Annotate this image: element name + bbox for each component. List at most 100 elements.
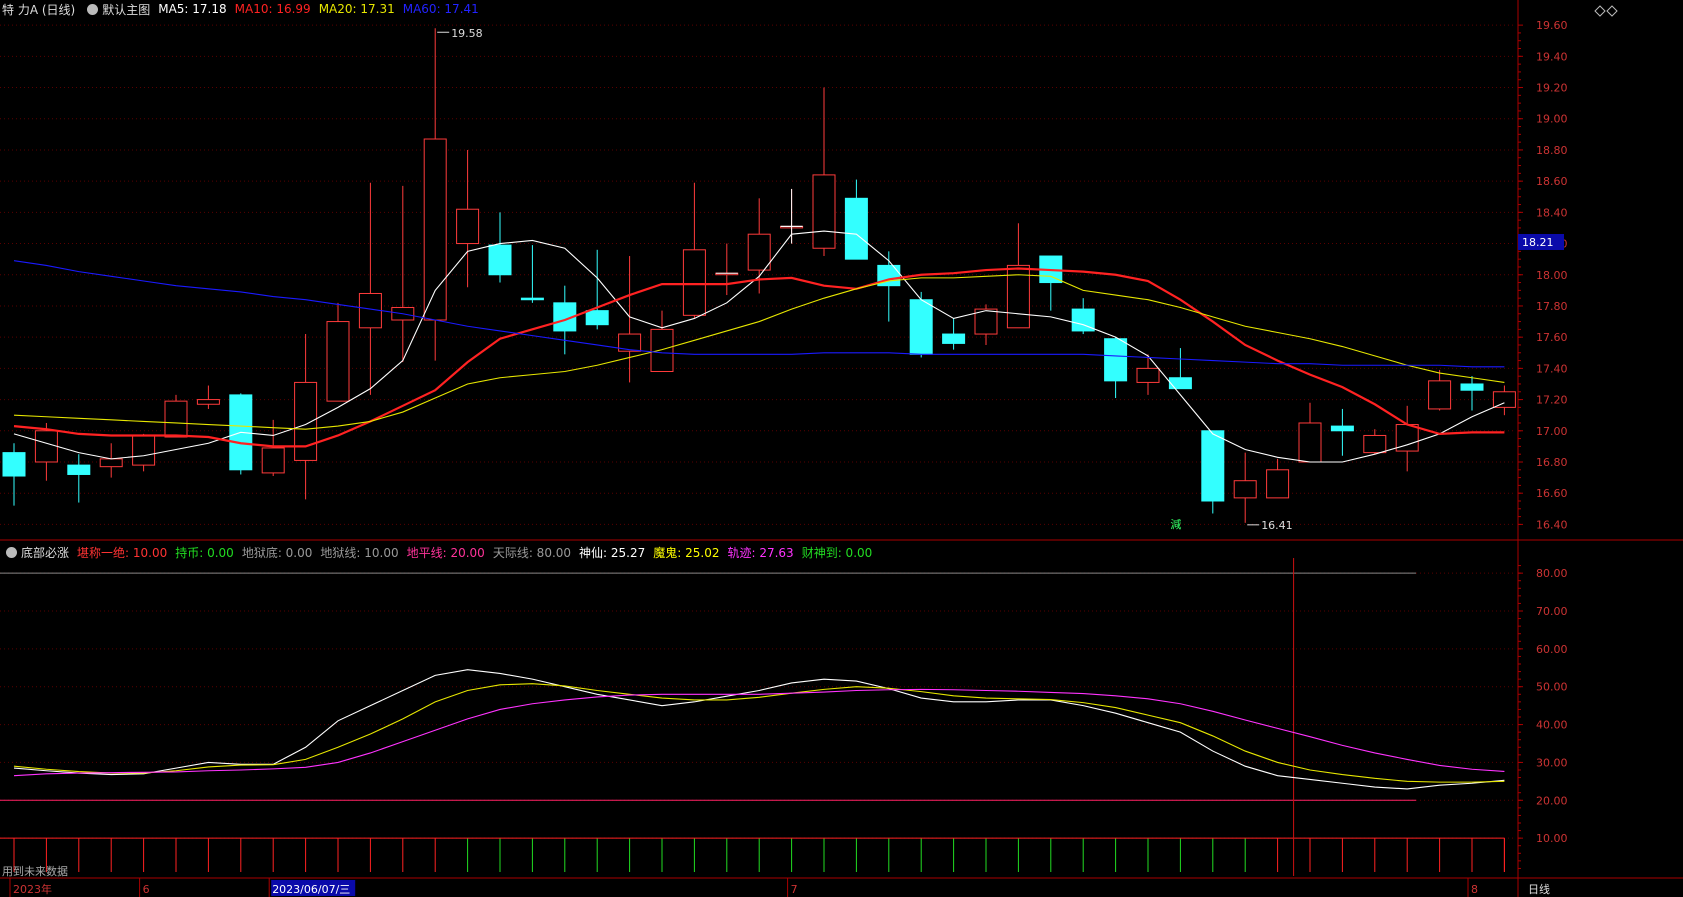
candle-body <box>34 430 58 463</box>
main-ytick-label: 17.80 <box>1536 300 1568 313</box>
candle <box>196 385 220 409</box>
sub-ytick-label: 20.00 <box>1536 794 1568 807</box>
candle <box>34 422 58 481</box>
candle <box>488 212 512 283</box>
candle <box>2 443 26 506</box>
template-dropdown-icon[interactable] <box>87 3 99 15</box>
candle-body <box>1136 367 1160 383</box>
candle <box>877 251 901 322</box>
candle-body <box>1492 391 1516 408</box>
indicator-value-3: 地狱线: 10.00 <box>320 545 399 560</box>
main-ytick-label: 18.60 <box>1536 175 1568 188</box>
candle <box>229 393 253 475</box>
candle <box>682 182 706 319</box>
main-ytick-label: 16.80 <box>1536 456 1568 469</box>
high-label: 19.58 <box>451 27 483 40</box>
sub-ytick-label: 40.00 <box>1536 719 1568 732</box>
indicator-value-2: 地狱底: 0.00 <box>241 545 313 560</box>
candle-body <box>1201 430 1225 502</box>
chart-canvas[interactable]: 16.40 16.60 16.80 17.00 17.20 17.40 17.60 17.80… <box>0 0 1683 897</box>
candle-body <box>1104 338 1128 382</box>
candle-body <box>294 381 318 461</box>
candle-body <box>261 447 285 474</box>
sub-ytick-label: 80.00 <box>1536 567 1568 580</box>
candle-body <box>196 399 220 405</box>
sub-ytick-label: 60.00 <box>1536 643 1568 656</box>
main-ytick-label: 16.60 <box>1536 487 1568 500</box>
main-ytick-label: 17.60 <box>1536 331 1568 344</box>
candle <box>1233 452 1257 523</box>
candle <box>1039 255 1063 311</box>
indicator-dropdown-icon[interactable] <box>6 546 17 558</box>
candle-body <box>1168 377 1192 390</box>
candle-body <box>326 321 350 402</box>
candle-body <box>1298 422 1322 463</box>
signal-label: 減 <box>1170 517 1181 531</box>
candle <box>1330 408 1354 456</box>
candle <box>391 185 415 363</box>
candle <box>1298 402 1322 463</box>
main-ytick-label: 19.20 <box>1536 82 1568 95</box>
candle <box>164 394 188 438</box>
indicator-value-8: 轨迹: 27.63 <box>727 545 794 560</box>
candle <box>99 443 123 478</box>
sub-ytick-label: 10.00 <box>1536 832 1568 845</box>
candle-body <box>747 233 771 271</box>
ma10-label: MA10: 16.99 <box>234 2 311 16</box>
candle-body <box>132 434 156 466</box>
candle <box>1136 354 1160 395</box>
candle <box>294 334 318 500</box>
main-ytick-label: 18.00 <box>1536 269 1568 282</box>
indicator-name[interactable]: 底部必涨 <box>21 544 69 561</box>
candle <box>650 310 674 372</box>
indicator-value-6: 神仙: 25.27 <box>579 545 646 560</box>
stock-title[interactable]: 特 力A (日线) <box>2 1 75 18</box>
candle-body <box>1363 434 1387 454</box>
candle <box>1395 405 1419 472</box>
candle <box>67 454 91 503</box>
main-ytick-label: 17.20 <box>1536 394 1568 407</box>
x-label: 2023/06/07/三 <box>272 883 350 896</box>
candle <box>585 249 609 330</box>
candle-body <box>909 299 933 355</box>
candle <box>1460 376 1484 411</box>
indicator-value-1: 持币: 0.00 <box>175 545 234 560</box>
candle-body <box>1330 425 1354 432</box>
indicator-value-5: 天际线: 80.00 <box>492 545 572 560</box>
candle-body <box>67 464 91 475</box>
candle <box>326 302 350 402</box>
candle-body <box>164 400 188 438</box>
indicator-value-9: 财神到: 0.00 <box>801 545 873 560</box>
candle <box>1266 458 1290 499</box>
diamond-icon <box>1594 5 1606 17</box>
ma5-label: MA5: 17.18 <box>158 2 227 16</box>
main-chart-header: 特 力A (日线) 默认主图 MA5: 17.18 MA10: 16.99 MA… <box>0 0 487 18</box>
candle <box>844 179 868 260</box>
ma20-label: MA20: 17.31 <box>318 2 395 16</box>
x-label: 7 <box>791 883 798 896</box>
candle-body <box>423 138 447 321</box>
candle <box>520 245 544 303</box>
indicator-value-0: 堪称一绝: 10.00 <box>77 545 168 560</box>
candle-body <box>520 297 544 301</box>
ma60-label: MA60: 17.41 <box>402 2 479 16</box>
candle <box>1492 385 1516 416</box>
candle-body <box>585 310 609 326</box>
indicator-values: 堪称一绝: 10.00 持币: 0.00 地狱底: 0.00 地狱线: 10.00 地平… <box>77 544 880 561</box>
period-label: 日线 <box>1528 882 1550 896</box>
candle-body <box>1460 383 1484 391</box>
sub-ytick-label: 70.00 <box>1536 605 1568 618</box>
main-ytick-label: 17.40 <box>1536 362 1568 375</box>
candle <box>1201 430 1225 514</box>
candle-body <box>1233 480 1257 499</box>
template-name[interactable]: 默认主图 <box>102 1 150 18</box>
x-label: 6 <box>143 883 150 896</box>
indicator-line-魔鬼 <box>13 683 1505 783</box>
candle <box>358 182 382 395</box>
candle <box>423 28 447 361</box>
candle-body <box>942 333 966 344</box>
candle-body <box>844 197 868 260</box>
main-ytick-label: 19.00 <box>1536 113 1568 126</box>
main-ytick-label: 17.00 <box>1536 425 1568 438</box>
no-future-note: 用到未来数据 <box>2 864 68 878</box>
